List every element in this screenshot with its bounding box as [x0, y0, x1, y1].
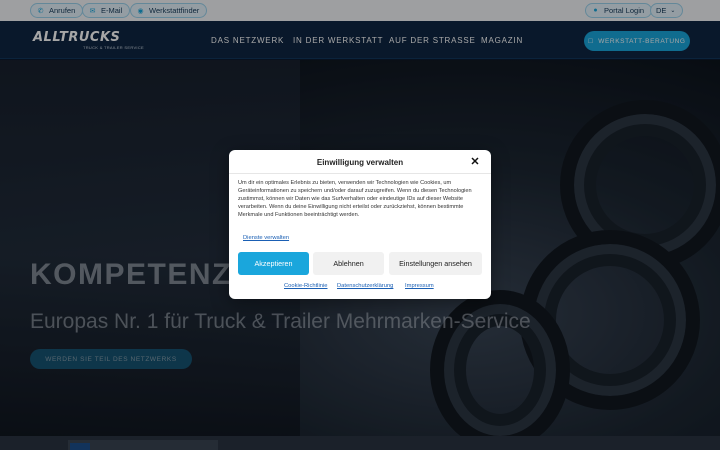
privacy-policy-link[interactable]: Datenschutzerklärung [337, 283, 393, 289]
consent-title: Einwilligung verwalten [316, 158, 404, 167]
consent-dialog: Einwilligung verwalten ✕ Um dir ein opti… [229, 150, 491, 299]
imprint-link[interactable]: Impressum [405, 283, 434, 289]
deny-button[interactable]: Ablehnen [313, 252, 384, 275]
consent-text: Um dir ein optimales Erlebnis zu bieten,… [238, 180, 472, 218]
divider [229, 173, 491, 174]
cookie-policy-link[interactable]: Cookie-Richtlinie [284, 283, 328, 289]
close-icon[interactable]: ✕ [469, 156, 481, 168]
view-settings-button[interactable]: Einstellungen ansehen [389, 252, 482, 275]
accept-button[interactable]: Akzeptieren [238, 252, 309, 275]
manage-services-link[interactable]: Dienste verwalten [243, 235, 289, 241]
